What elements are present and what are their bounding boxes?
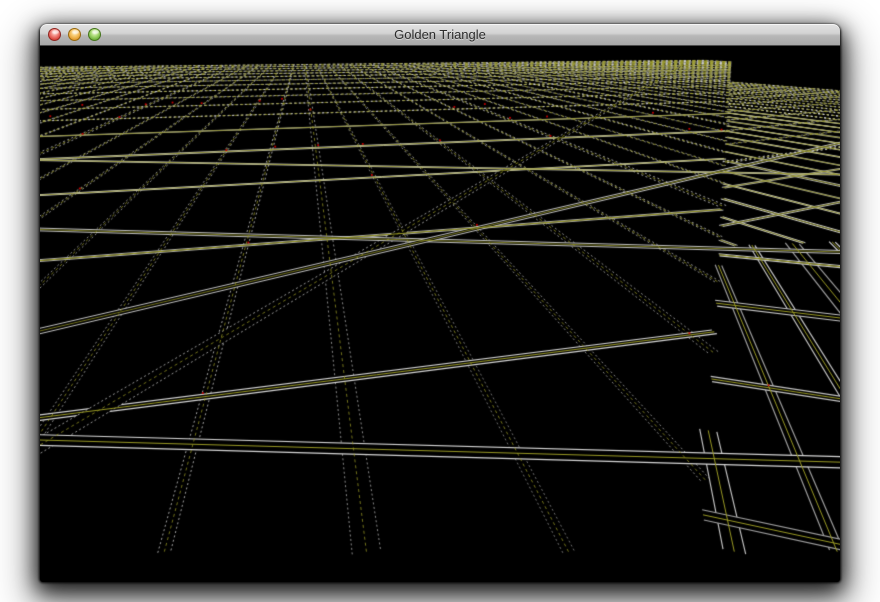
app-window: Golden Triangle	[40, 24, 840, 581]
window-titlebar[interactable]: Golden Triangle	[40, 24, 840, 46]
window-title: Golden Triangle	[40, 24, 840, 45]
map-canvas[interactable]	[40, 46, 840, 582]
